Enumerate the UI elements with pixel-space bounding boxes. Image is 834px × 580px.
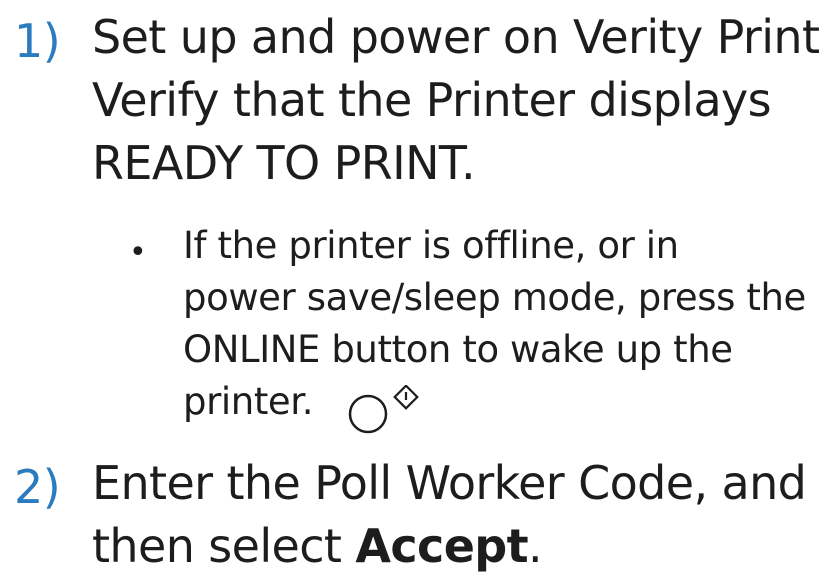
step-1-line-3: READY TO PRINT. [92,136,476,190]
step-1-line-1: Set up and power on Verity Print [92,10,820,64]
step-1-line-2: Verify that the Printer displays [92,73,772,127]
bullet-marker: • [129,235,147,270]
step-2-line-2-suffix: . [528,519,543,573]
step-2-line-2-prefix: then select [92,519,356,573]
step-2-number: 2) [14,460,61,514]
online-button-icon [348,385,419,434]
subitem-line-2: power save/sleep mode, press the [183,276,806,319]
subitem-line-3: ONLINE button to wake up the [183,328,733,371]
step-2-line-2: then select Accept. [92,523,543,569]
subitem-line-4: printer. [183,380,314,423]
step-1-number: 1) [14,14,61,68]
step-2-line-1: Enter the Poll Worker Code, and [92,456,807,510]
accept-label: Accept [355,519,529,573]
subitem-line-1: If the printer is offline, or in [183,224,679,267]
